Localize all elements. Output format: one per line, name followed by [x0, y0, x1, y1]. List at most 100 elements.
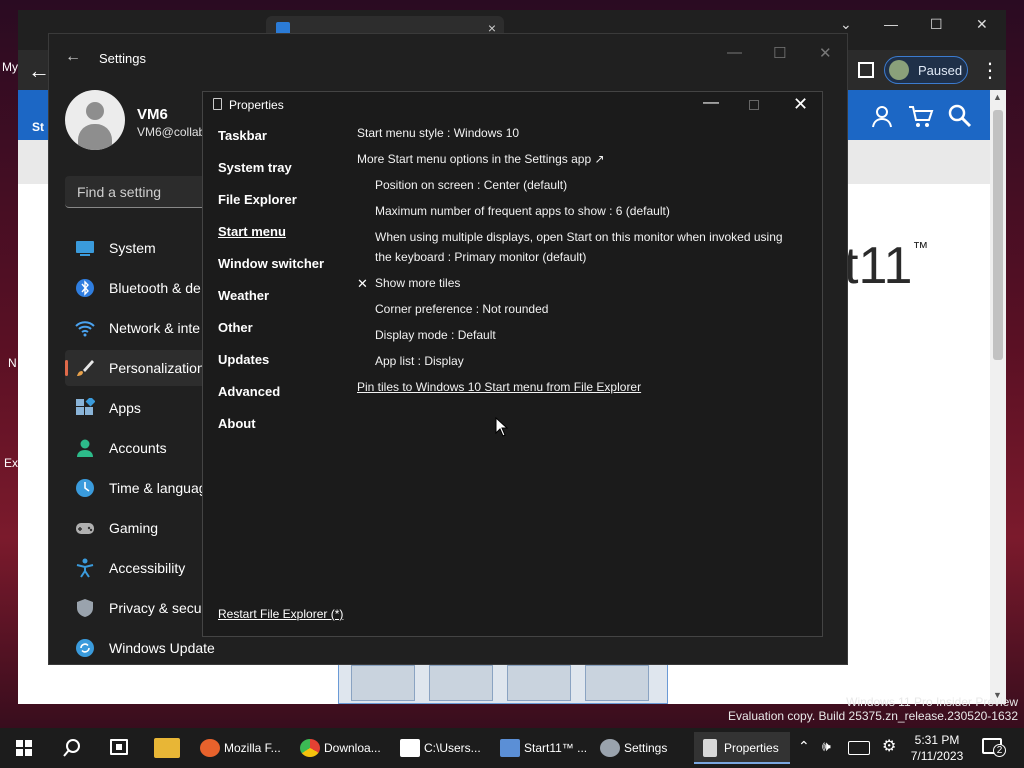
active-indicator [65, 360, 68, 376]
sidebar-item-label: System [109, 240, 156, 256]
properties-icon [703, 739, 717, 757]
bluetooth-icon [76, 279, 94, 297]
taskbar-app-settings[interactable]: Settings [594, 732, 690, 764]
maximize-icon[interactable]: ☐ [773, 44, 786, 62]
option-start-menu-style[interactable]: Start menu style : Windows 10 [357, 126, 519, 140]
back-arrow-icon[interactable]: ← [65, 48, 81, 66]
sidebar-item-label: Privacy & secur [109, 600, 207, 616]
cart-icon[interactable] [908, 104, 934, 128]
chevron-up-icon[interactable]: ⌃ [798, 738, 810, 755]
taskbar-app-firefox[interactable]: Mozilla F... [194, 732, 290, 764]
sidebar-item-apps[interactable]: Apps [65, 390, 215, 426]
volume-icon[interactable]: 🕪 [822, 738, 831, 755]
desktop-icon-label[interactable]: My [2, 60, 18, 74]
dialog-title: Properties [229, 98, 284, 112]
sidebar-item-label: Network & inte [109, 320, 201, 336]
scroll-up-icon[interactable]: ▲ [993, 92, 1002, 102]
task-view-icon[interactable] [110, 739, 128, 755]
taskbar-app-start11[interactable]: Start11™ ... [494, 732, 590, 764]
minimize-icon[interactable]: — [727, 44, 742, 61]
gaming-icon [76, 523, 94, 534]
chevron-down-icon[interactable]: ⌄ [840, 16, 852, 33]
notification-count-badge: 2 [993, 744, 1006, 757]
gear-icon[interactable]: ⚙ [882, 736, 896, 756]
scrollbar-thumb[interactable] [993, 110, 1003, 360]
nav-advanced[interactable]: Advanced [218, 384, 280, 399]
sidebar-item-time-language[interactable]: Time & languag [65, 470, 215, 506]
site-logo[interactable]: St [32, 120, 44, 134]
watermark-line: Evaluation copy. Build 25375.zn_release.… [728, 709, 1018, 723]
nav-start-menu[interactable]: Start menu [218, 224, 286, 239]
back-arrow-icon[interactable]: ← [28, 58, 50, 84]
option-max-frequent-apps[interactable]: Maximum number of frequent apps to show … [375, 204, 670, 218]
sidebar-item-windows-update[interactable]: Windows Update [65, 630, 215, 666]
search-icon[interactable] [62, 738, 82, 758]
taskbar-app-label: Settings [624, 741, 668, 755]
nav-taskbar[interactable]: Taskbar [218, 128, 267, 143]
nav-file-explorer[interactable]: File Explorer [218, 192, 297, 207]
nav-weather[interactable]: Weather [218, 288, 269, 303]
nav-other[interactable]: Other [218, 320, 253, 335]
product-title: t11™ [844, 237, 929, 295]
sidebar-item-network[interactable]: Network & inte [65, 310, 215, 346]
sidebar-item-label: Windows Update [109, 640, 215, 656]
profile-paused-button[interactable]: Paused [884, 56, 968, 84]
nav-system-tray[interactable]: System tray [218, 160, 292, 175]
desktop-icon-label[interactable]: N [8, 356, 17, 370]
user-icon[interactable] [870, 104, 894, 128]
option-app-list[interactable]: App list : Display [375, 354, 464, 368]
page-scrollbar[interactable]: ▲ ▼ [990, 90, 1006, 704]
dialog-titlebar: Properties — ✕ [203, 92, 822, 120]
checked-icon[interactable]: ✕ [357, 276, 368, 292]
sidebar-item-accounts[interactable]: Accounts [65, 430, 215, 466]
date-label: 7/11/2023 [910, 749, 964, 763]
sidebar-toggle-icon[interactable] [858, 62, 874, 78]
option-more-settings-link[interactable]: More Start menu options in the Settings … [357, 152, 605, 166]
file-explorer-icon[interactable] [154, 738, 180, 758]
avatar [889, 60, 909, 80]
clock[interactable]: 5:31 PM 7/11/2023 [906, 732, 968, 764]
search-input[interactable]: Find a setting [65, 176, 225, 208]
notification-icon[interactable]: 2 [982, 738, 1006, 757]
sidebar-item-label: Apps [109, 400, 141, 416]
taskbar-app-chrome[interactable]: Downloa... [294, 732, 390, 764]
keyboard-icon[interactable] [848, 741, 870, 755]
close-icon[interactable]: ✕ [819, 44, 832, 62]
settings-gear-icon [600, 739, 620, 757]
option-show-more-tiles[interactable]: Show more tiles [375, 276, 460, 290]
sidebar-item-system[interactable]: System [65, 230, 215, 266]
taskbar-app-7zip[interactable]: C:\Users... [394, 732, 490, 764]
close-icon[interactable]: ✕ [793, 94, 808, 115]
sidebar-item-privacy[interactable]: Privacy & secur [65, 590, 215, 626]
avatar[interactable] [65, 90, 125, 150]
desktop-icon-label[interactable]: Ex [4, 456, 18, 470]
search-icon[interactable] [948, 104, 972, 128]
more-menu-icon[interactable]: ⋮ [980, 58, 1000, 83]
minimize-icon[interactable]: — [884, 16, 898, 32]
taskbar-app-properties[interactable]: Properties [694, 732, 790, 764]
option-multi-display[interactable]: When using multiple displays, open Start… [375, 230, 783, 244]
start-button[interactable] [16, 740, 32, 756]
sidebar-item-accessibility[interactable]: Accessibility [65, 550, 215, 586]
chrome-icon [300, 739, 320, 757]
close-icon[interactable]: ✕ [976, 16, 988, 33]
time-label: 5:31 PM [914, 733, 960, 747]
option-position-on-screen[interactable]: Position on screen : Center (default) [375, 178, 567, 192]
sidebar-item-bluetooth[interactable]: Bluetooth & de [65, 270, 215, 306]
user-email: VM6@collab [137, 125, 206, 139]
pin-tiles-link[interactable]: Pin tiles to Windows 10 Start menu from … [357, 380, 641, 394]
minimize-icon[interactable]: — [703, 94, 719, 112]
option-multi-display-value[interactable]: the keyboard : Primary monitor (default) [375, 250, 586, 264]
properties-icon [213, 98, 222, 110]
option-display-mode[interactable]: Display mode : Default [375, 328, 496, 342]
nav-about[interactable]: About [218, 416, 256, 431]
sidebar-item-gaming[interactable]: Gaming [65, 510, 215, 546]
restart-explorer-link[interactable]: Restart File Explorer (*) [218, 607, 343, 621]
properties-dialog: Properties — ✕ Taskbar System tray File … [202, 91, 823, 637]
maximize-icon[interactable]: ☐ [930, 16, 943, 33]
nav-updates[interactable]: Updates [218, 352, 269, 367]
nav-window-switcher[interactable]: Window switcher [218, 256, 324, 271]
option-corner-preference[interactable]: Corner preference : Not rounded [375, 302, 548, 316]
sidebar-item-personalization[interactable]: Personalization [65, 350, 215, 386]
settings-titlebar: ← Settings — ☐ ✕ [49, 34, 849, 82]
